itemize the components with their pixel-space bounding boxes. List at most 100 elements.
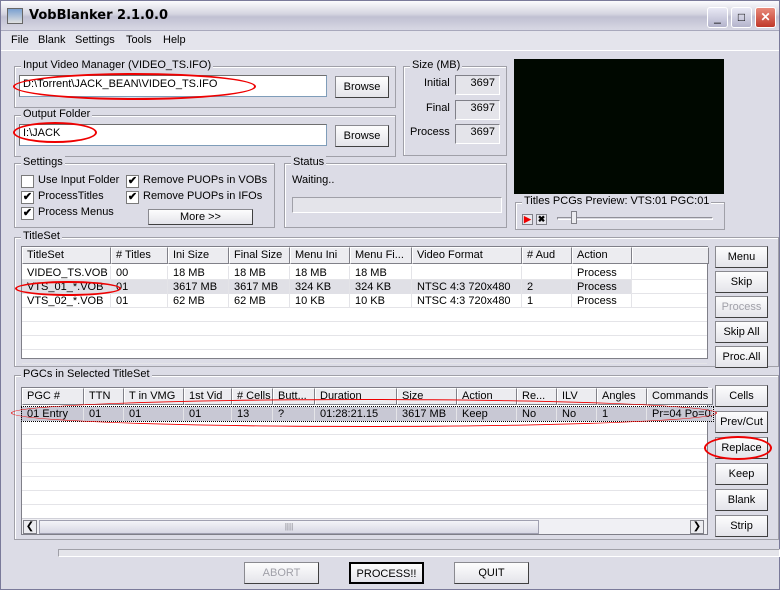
titleset-column-header[interactable]: TitleSet (22, 247, 111, 264)
output-path-field[interactable]: I:\JACK (19, 124, 327, 146)
menu-file[interactable]: File (11, 34, 29, 46)
table-cell: Pr=04 Po=02 (647, 407, 713, 421)
titleset-column-header[interactable]: Video Format (412, 247, 522, 264)
pgcs-column-header[interactable]: Butt... (273, 388, 315, 405)
remove-puops-vobs-label: Remove PUOPs in VOBs (143, 174, 268, 186)
table-cell: Process (572, 294, 632, 308)
table-cell: Process (572, 280, 632, 294)
table-cell: No (517, 407, 557, 421)
table-cell: 18 MB (350, 266, 412, 280)
titleset-column-header[interactable] (632, 247, 709, 264)
pgcs-list[interactable]: PGC # TTN T in VMG 1st Vid # Cells Butt... Dur… (21, 387, 714, 535)
use-input-folder-checkbox[interactable] (21, 175, 34, 188)
pgcs-keep-button[interactable]: Keep (715, 463, 768, 485)
titleset-process-button[interactable]: Process (715, 296, 768, 318)
pgcs-column-header[interactable]: Re... (517, 388, 557, 405)
titleset-column-header[interactable]: Menu Ini (290, 247, 350, 264)
pgcs-column-header[interactable]: PGC # (22, 388, 84, 405)
quit-button[interactable]: QUIT (454, 562, 529, 584)
table-row[interactable]: 01 Entry 01 01 01 13? 01:28:21.15 3617 MB Keep N… (21, 406, 714, 422)
table-row[interactable]: VTS_02_*.VOB 01 62 MB 62 MB 10 KB 10 KB NTSC 4… (22, 294, 632, 308)
pgcs-prev-cut-button[interactable]: Prev/Cut (715, 411, 768, 433)
close-button[interactable]: ✕ (755, 7, 776, 28)
input-video-manager-label: Input Video Manager (VIDEO_TS.IFO) (21, 59, 214, 71)
pgcs-column-header[interactable]: Angles (597, 388, 647, 405)
pgcs-cells-button[interactable]: Cells (715, 385, 768, 407)
remove-puops-ifos-checkbox[interactable]: ✔ (126, 191, 139, 204)
titleset-column-header[interactable]: Menu Fi... (350, 247, 412, 264)
preview-slider-thumb[interactable] (571, 211, 577, 224)
table-cell: No (557, 407, 597, 421)
pgcs-column-header[interactable]: Size (397, 388, 457, 405)
grid-line (22, 363, 707, 364)
scroll-right-icon[interactable]: ❯ (690, 520, 704, 534)
titleset-column-header[interactable]: # Aud (522, 247, 572, 264)
window-title: VobBlanker 2.1.0.0 (29, 8, 169, 23)
pgcs-column-header[interactable]: ILV (557, 388, 597, 405)
table-cell: 13 (232, 407, 273, 421)
table-cell: 1 (522, 294, 572, 308)
titleset-proc-all-button[interactable]: Proc.All (715, 346, 768, 368)
titleset-column-header[interactable]: Final Size (229, 247, 290, 264)
table-cell: 01 (184, 407, 232, 421)
pgcs-column-header[interactable]: Commands (647, 388, 713, 405)
pgcs-column-header[interactable]: 1st Vid (184, 388, 232, 405)
process-titles-label: ProcessTitles (38, 190, 104, 202)
pgcs-column-header[interactable]: Duration (315, 388, 397, 405)
pgcs-replace-button[interactable]: Replace (715, 437, 768, 459)
minimize-button[interactable]: _ (707, 7, 728, 28)
menu-help[interactable]: Help (163, 34, 186, 46)
status-progress-bar (292, 197, 502, 213)
output-browse-button[interactable]: Browse (335, 125, 389, 147)
pgcs-strip-button[interactable]: Strip (715, 515, 768, 537)
status-group: Status (284, 156, 507, 228)
table-cell: 2 (522, 280, 572, 294)
pgcs-column-header[interactable]: TTN (84, 388, 124, 405)
grid-line (22, 434, 707, 435)
maximize-button[interactable]: □ (731, 7, 752, 28)
abort-button[interactable]: ABORT (244, 562, 319, 584)
menu-blank[interactable]: Blank (38, 34, 66, 46)
process-titles-checkbox[interactable]: ✔ (21, 191, 34, 204)
table-cell: 01 (124, 407, 184, 421)
table-row[interactable]: VIDEO_TS.VOB 00 18 MB 18 MB 18 MB 18 MB Proces… (22, 266, 632, 280)
title-bar[interactable]: VobBlanker 2.1.0.0 _ □ ✕ (1, 1, 779, 31)
titleset-skip-all-button[interactable]: Skip All (715, 321, 768, 343)
table-cell: 1 (597, 407, 647, 421)
table-row[interactable]: VTS_01_*.VOB 01 3617 MB 3617 MB 324 KB 324 KB… (22, 280, 632, 294)
menu-settings[interactable]: Settings (75, 34, 115, 46)
stop-icon[interactable]: ✖ (536, 214, 547, 225)
process-button[interactable]: PROCESS!! (349, 562, 424, 584)
preview-slider-track[interactable] (557, 217, 713, 220)
table-cell: 18 MB (229, 266, 290, 280)
pgcs-blank-button[interactable]: Blank (715, 489, 768, 511)
table-cell: 62 MB (229, 294, 290, 308)
scroll-thumb[interactable]: |||| (39, 520, 539, 534)
titleset-column-header[interactable]: Action (572, 247, 632, 264)
pgcs-column-header[interactable]: # Cells (232, 388, 273, 405)
grid-line (22, 349, 707, 350)
output-folder-label: Output Folder (21, 108, 93, 120)
titleset-menu-button[interactable]: Menu (715, 246, 768, 268)
pgcs-column-header[interactable]: T in VMG (124, 388, 184, 405)
pgcs-column-header[interactable]: Action (457, 388, 517, 405)
main-window: VobBlanker 2.1.0.0 _ □ ✕ File Blank Sett… (0, 0, 780, 590)
table-cell: 324 KB (290, 280, 350, 294)
input-path-field[interactable]: D:\Torrent\JACK_BEAN\VIDEO_TS.IFO (19, 75, 327, 97)
initial-size-label: Initial (424, 77, 450, 89)
grid-line (22, 490, 707, 491)
table-cell: 324 KB (350, 280, 412, 294)
process-menus-label: Process Menus (38, 206, 114, 218)
input-browse-button[interactable]: Browse (335, 76, 389, 98)
process-menus-checkbox[interactable]: ✔ (21, 207, 34, 220)
scroll-left-icon[interactable]: ❮ (23, 520, 37, 534)
play-icon[interactable]: ▶ (522, 214, 533, 225)
more-button[interactable]: More >> (148, 209, 253, 225)
titleset-column-header[interactable]: Ini Size (168, 247, 229, 264)
menu-tools[interactable]: Tools (126, 34, 152, 46)
titleset-list[interactable]: TitleSet # Titles Ini Size Final Size Menu I… (21, 246, 709, 364)
pgcs-horizontal-scrollbar[interactable]: ❮ |||| ❯ (22, 518, 707, 534)
titleset-column-header[interactable]: # Titles (111, 247, 168, 264)
remove-puops-vobs-checkbox[interactable]: ✔ (126, 175, 139, 188)
titleset-skip-button[interactable]: Skip (715, 271, 768, 293)
